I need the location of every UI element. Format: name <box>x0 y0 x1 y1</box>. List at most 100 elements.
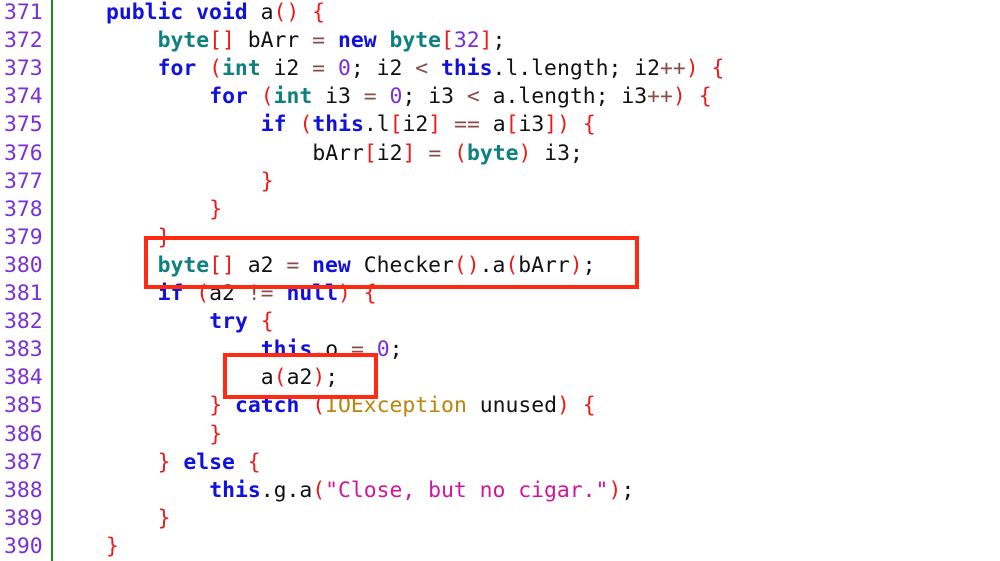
code-token: ]) <box>544 112 571 138</box>
code-token: .g.a <box>260 477 313 503</box>
code-token: = <box>312 56 326 82</box>
code-line: 380 byte[] a2 = new Checker().a(bArr); <box>0 252 1000 280</box>
code-token: [] <box>209 28 235 54</box>
code-token: } <box>209 421 223 447</box>
code-token: void <box>196 0 248 25</box>
code-token: ) <box>569 252 583 278</box>
code-token: a <box>479 112 506 138</box>
code-token: } <box>209 196 223 222</box>
code-token: for <box>157 56 197 82</box>
code-line: 387} else { <box>0 449 1000 477</box>
code-line: 379} <box>0 224 1000 252</box>
code-text: } <box>209 196 222 224</box>
line-number: 390 <box>4 533 43 559</box>
code-token: } <box>209 393 223 419</box>
code-token: byte <box>467 140 519 166</box>
line-number: 378 <box>4 196 43 222</box>
code-text: byte[] bArr = new byte[32]; <box>158 27 506 55</box>
code-line: 390} <box>0 533 1000 561</box>
code-token: a.length; i3 <box>479 84 648 110</box>
code-text: bArr[i2] = (byte) i3; <box>312 140 583 168</box>
code-token: if <box>260 112 287 138</box>
code-token: new <box>337 28 377 54</box>
code-text: for (int i2 = 0; i2 < this.l.length; i2+… <box>158 55 725 83</box>
code-token: bArr <box>234 28 313 54</box>
code-token: ++ <box>647 84 673 110</box>
code-line: 377} <box>0 168 1000 196</box>
code-token: ( <box>454 140 468 166</box>
code-token: [ <box>389 112 403 138</box>
code-line: 388 this.g.a("Close, but no cigar."); <box>0 477 1000 505</box>
code-token: = <box>363 84 377 110</box>
line-number: 380 <box>4 252 43 278</box>
code-token: = <box>428 140 442 166</box>
code-token: a <box>247 0 274 25</box>
line-number: 382 <box>4 309 43 335</box>
code-token: IOException <box>325 393 467 419</box>
code-text: try { <box>209 308 273 336</box>
code-token: try <box>209 309 248 335</box>
code-token: Checker <box>350 252 454 278</box>
code-token: ; <box>325 365 339 391</box>
code-token: a2 <box>234 252 287 278</box>
code-text: public void a() { <box>106 0 325 27</box>
code-token: .o <box>312 337 351 363</box>
code-token: i2 <box>260 56 313 82</box>
line-number: 387 <box>4 449 43 475</box>
code-token: } <box>106 533 119 559</box>
code-token: ) <box>312 365 326 391</box>
code-token: .l <box>363 112 390 138</box>
code-token: ] <box>402 140 416 166</box>
code-text: } <box>158 224 171 252</box>
code-line: 372 byte[] bArr = new byte[32]; <box>0 27 1000 55</box>
code-token: this <box>441 56 493 82</box>
code-token: ) <box>556 393 570 419</box>
code-line: 385} catch (IOException unused) { <box>0 392 1000 420</box>
code-line: 376 bArr[i2] = (byte) i3; <box>0 140 1000 168</box>
code-token: ; <box>621 477 635 503</box>
code-text: } <box>158 505 171 533</box>
code-token: a2 <box>286 365 313 391</box>
code-token: i3 <box>518 112 545 138</box>
code-token: ; <box>389 337 403 363</box>
code-text: byte[] a2 = new Checker().a(bArr); <box>158 252 596 280</box>
code-token: ; i3 <box>402 84 467 110</box>
line-number: 384 <box>4 365 43 391</box>
line-number: 374 <box>4 84 43 110</box>
code-text: this.o = 0; <box>261 336 403 364</box>
code-token: { <box>698 84 712 110</box>
line-number: 389 <box>4 505 43 531</box>
code-line: 384 a(a2); <box>0 364 1000 392</box>
code-token: { <box>582 112 596 138</box>
code-token: ( <box>299 112 313 138</box>
code-text: } <box>106 533 119 561</box>
code-token: byte <box>157 252 210 278</box>
code-token: } <box>157 224 171 250</box>
code-text: } <box>209 421 222 449</box>
code-token: == <box>454 112 480 138</box>
line-number: 388 <box>4 477 43 503</box>
code-token: [ <box>440 28 454 54</box>
code-token: ( <box>260 84 274 110</box>
code-line: 382 try { <box>0 308 1000 336</box>
code-token: { <box>312 0 325 25</box>
code-token: { <box>582 393 596 419</box>
code-token: bArr <box>518 252 570 278</box>
code-token: ( <box>312 393 326 419</box>
code-token: i2 <box>376 140 403 166</box>
line-number: 381 <box>4 281 43 306</box>
code-token: ( <box>196 281 210 306</box>
code-text: a(a2); <box>261 364 338 392</box>
line-number: 375 <box>4 112 43 138</box>
